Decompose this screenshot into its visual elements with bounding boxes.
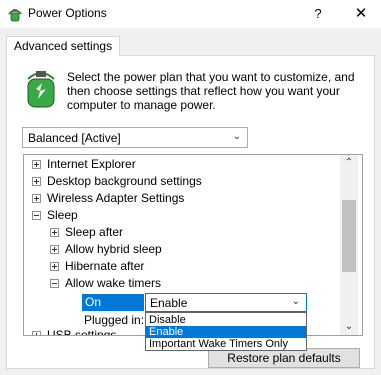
minus-icon[interactable]: [50, 279, 59, 288]
wake-timers-value: Enable: [150, 296, 188, 310]
tree-item-label: Desktop background settings: [47, 174, 202, 188]
plugged-in-label[interactable]: Plugged in:: [84, 312, 144, 329]
close-button[interactable]: ✕: [346, 2, 376, 26]
tree-item-label: Sleep after: [65, 225, 124, 239]
intro-line: Select the power plan that you want to c…: [67, 70, 355, 84]
power-plan-value: Balanced [Active]: [28, 131, 121, 145]
on-battery-label[interactable]: On battery:: [82, 294, 144, 326]
scroll-down-arrow[interactable]: ⌄: [340, 321, 358, 332]
tree-item-internet-explorer[interactable]: Internet Explorer: [32, 156, 136, 173]
tree-item-label: Internet Explorer: [47, 157, 136, 171]
option-enable[interactable]: Enable: [146, 326, 306, 338]
tree-item-label: Allow wake timers: [65, 276, 162, 290]
option-important-wake-timers-only[interactable]: Important Wake Timers Only: [146, 338, 306, 350]
plus-icon[interactable]: [32, 177, 41, 186]
tree-item-sleep[interactable]: Sleep: [32, 207, 78, 224]
plus-icon[interactable]: [32, 331, 41, 335]
window-title: Power Options: [28, 6, 107, 20]
power-options-icon: [8, 9, 22, 22]
intro-line: then choose settings that reflect how yo…: [67, 84, 340, 98]
tree-item-sleep-after[interactable]: Sleep after: [50, 224, 123, 241]
tree-item-label: Sleep: [47, 208, 78, 222]
wake-timers-select[interactable]: Enable ⌄: [145, 293, 307, 312]
scroll-up-arrow[interactable]: ⌃: [340, 157, 358, 168]
option-disable[interactable]: Disable: [146, 314, 306, 326]
tree-item-allow-wake-timers[interactable]: Allow wake timers: [50, 275, 161, 292]
plus-icon[interactable]: [50, 245, 59, 254]
title-bar: Power Options ? ✕: [0, 0, 381, 28]
tree-item-label: Allow hybrid sleep: [65, 242, 162, 256]
chevron-down-icon[interactable]: ⌄: [292, 296, 300, 307]
plus-icon[interactable]: [32, 194, 41, 203]
plus-icon[interactable]: [50, 228, 59, 237]
chevron-down-icon: ⌄: [232, 131, 241, 142]
minus-icon[interactable]: [32, 211, 41, 220]
scroll-thumb[interactable]: [342, 200, 356, 272]
tab-advanced-settings[interactable]: Advanced settings: [6, 36, 121, 56]
tree-item-desktop-background[interactable]: Desktop background settings: [32, 173, 202, 190]
help-button[interactable]: ?: [305, 2, 331, 26]
plus-icon[interactable]: [32, 160, 41, 169]
power-plan-icon: [27, 71, 55, 108]
restore-plan-defaults-button[interactable]: Restore plan defaults: [208, 348, 360, 368]
tree-item-label: Wireless Adapter Settings: [47, 191, 185, 205]
intro-text: Select the power plan that you want to c…: [67, 70, 367, 112]
wake-timers-dropdown-list[interactable]: Disable Enable Important Wake Timers Onl…: [145, 312, 307, 351]
vertical-scrollbar[interactable]: ⌃ ⌄: [340, 155, 358, 335]
tree-item-wireless-adapter[interactable]: Wireless Adapter Settings: [32, 190, 184, 207]
power-plan-select[interactable]: Balanced [Active] ⌄: [22, 127, 248, 148]
tree-item-label: Hibernate after: [65, 259, 145, 273]
intro-line: computer to manage power.: [67, 98, 216, 112]
tree-item-allow-hybrid-sleep[interactable]: Allow hybrid sleep: [50, 241, 162, 258]
plus-icon[interactable]: [50, 262, 59, 271]
tree-item-hibernate-after[interactable]: Hibernate after: [50, 258, 144, 275]
tree-item-label: USB settings: [47, 328, 117, 336]
